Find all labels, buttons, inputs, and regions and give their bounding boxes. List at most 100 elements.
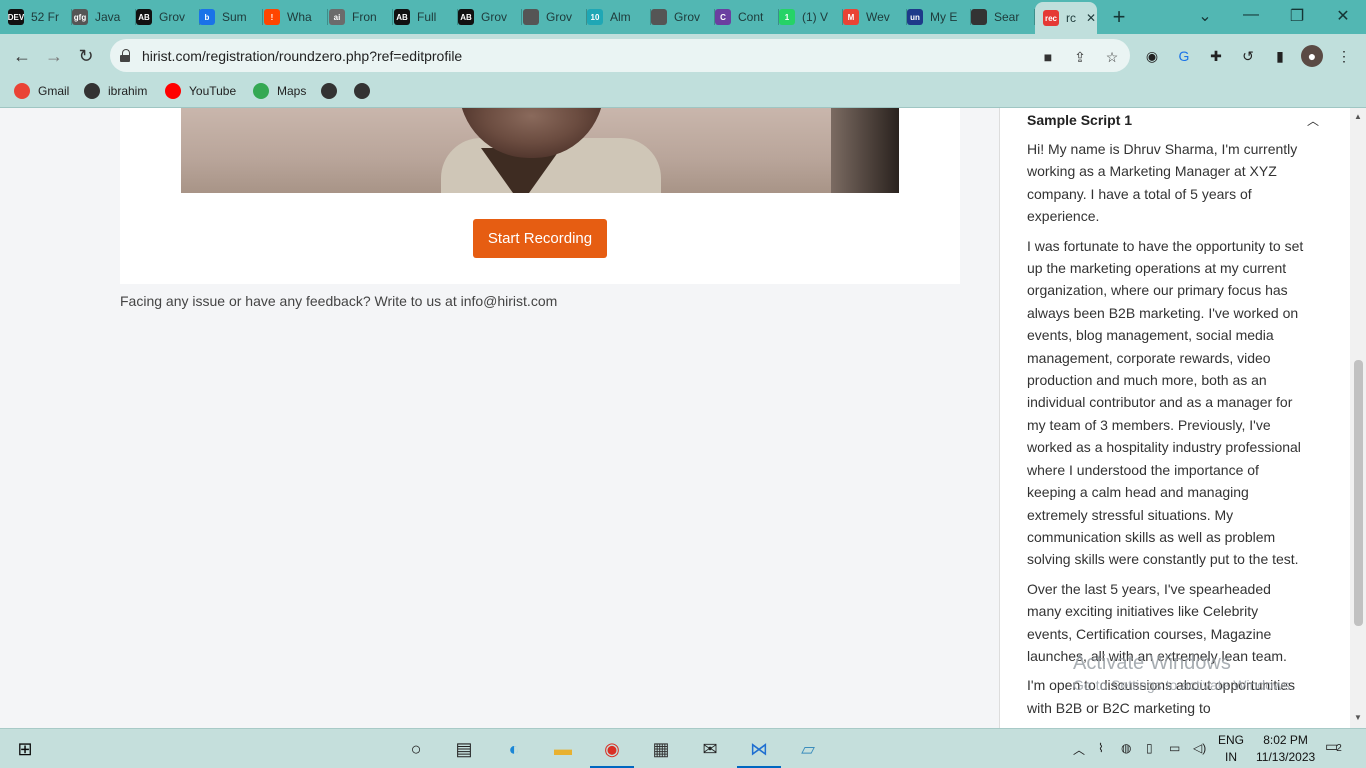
script-body: Hi! My name is Dhruv Sharma, I'm current… xyxy=(1027,138,1307,726)
sidepanel-icon[interactable]: ▮ xyxy=(1269,45,1291,67)
tab-11[interactable]: C Cont xyxy=(715,5,779,29)
tab-4[interactable]: ! Wha xyxy=(264,5,328,29)
tab-label: Grov xyxy=(481,10,508,24)
app-icon[interactable]: ▱ xyxy=(793,735,823,763)
clock-time: 8:02 PM xyxy=(1263,733,1308,747)
tab-favicon-icon: 10 xyxy=(587,9,603,25)
extension-icon[interactable]: ◉ xyxy=(1141,45,1163,67)
tab-favicon-icon: AB xyxy=(136,9,152,25)
tab-15[interactable]: Sear xyxy=(971,5,1035,29)
task-view-icon[interactable]: ▤ xyxy=(449,735,479,763)
start-recording-button[interactable]: Start Recording xyxy=(473,219,607,258)
scroll-down-icon[interactable]: ▼ xyxy=(1354,713,1362,722)
watermark-title: Activate Windows xyxy=(1073,652,1231,674)
youtube-icon xyxy=(165,83,181,99)
tab-0[interactable]: DEV 52 Fr xyxy=(8,5,72,29)
taskbar: ⊞ ○ ▤ ◐ ▬ ◉ ▦ ✉ ⋈ ▱ ︿ ⌇ ◍ ▯ ▭ ◁) ENG IN … xyxy=(0,728,1366,768)
tab-label: Java xyxy=(95,10,121,24)
tab-favicon-icon: gfg xyxy=(72,9,88,25)
panel-title[interactable]: Sample Script 1 xyxy=(1027,112,1132,128)
tab-label: 52 Fr xyxy=(31,10,60,24)
tab-8[interactable]: Grov xyxy=(523,5,587,29)
tab-2[interactable]: AB Grov xyxy=(136,5,200,29)
bookmark-item[interactable]: YouTube xyxy=(165,83,236,99)
tab-favicon-icon: AB xyxy=(458,9,474,25)
file-explorer-icon[interactable]: ▬ xyxy=(548,735,578,763)
page-scrollbar[interactable]: ▲ ▼ xyxy=(1350,108,1366,728)
tab-7[interactable]: AB Grov xyxy=(458,5,522,29)
tab-14[interactable]: un My E xyxy=(907,5,971,29)
minimize-icon[interactable]: — xyxy=(1237,6,1265,24)
tab-close-icon[interactable]: ✕ xyxy=(1086,11,1096,25)
forward-icon[interactable]: → xyxy=(40,42,68,70)
tab-label: Grov xyxy=(546,10,573,24)
bookmark-label: ibrahim xyxy=(108,84,148,98)
address-bar[interactable]: hirist.com/registration/roundzero.php?re… xyxy=(110,39,1130,72)
scroll-up-icon[interactable]: ▲ xyxy=(1354,112,1362,121)
tab-label: Sum xyxy=(222,10,247,24)
avatar[interactable]: ● xyxy=(1301,45,1323,67)
bookmark-label: Gmail xyxy=(38,84,70,98)
activation-watermark: Activate Windows Go to Settings to activ… xyxy=(1073,652,1294,693)
tab-favicon-icon: C xyxy=(715,9,731,25)
notification-count: 2 xyxy=(1336,743,1342,754)
edge-icon[interactable]: ◐ xyxy=(499,735,529,763)
bookmark-item[interactable]: Gmail xyxy=(14,83,69,99)
battery-icon[interactable]: ▭ xyxy=(1169,741,1180,755)
tab-favicon-icon xyxy=(651,9,667,25)
globe-icon[interactable]: ◍ xyxy=(1121,741,1131,755)
bookmark-star-icon[interactable]: ☆ xyxy=(1102,47,1122,67)
bookmark-item[interactable]: Maps xyxy=(253,83,306,99)
camera-icon[interactable]: ■ xyxy=(1038,47,1058,67)
chrome-icon[interactable]: ◉ xyxy=(590,735,634,768)
url-text[interactable]: hirist.com/registration/roundzero.php?re… xyxy=(142,48,462,64)
tab-13[interactable]: M Wev xyxy=(843,5,907,29)
chevron-up-icon[interactable]: ︿ xyxy=(1307,112,1319,129)
network-icon[interactable]: ⌇ xyxy=(1098,741,1104,755)
tab-3[interactable]: b Sum xyxy=(199,5,263,29)
translate-icon[interactable]: G xyxy=(1173,45,1195,67)
scroll-thumb[interactable] xyxy=(1354,360,1363,626)
mail-icon[interactable]: ✉ xyxy=(695,735,725,763)
tab-search-icon[interactable]: ⌄ xyxy=(1191,6,1219,26)
tab-16[interactable]: rec rc ✕ xyxy=(1035,2,1097,34)
vscode-icon[interactable]: ⋈ xyxy=(737,735,781,768)
tab-label: Wha xyxy=(287,10,312,24)
tab-label: Sear xyxy=(994,10,1020,24)
search-icon[interactable]: ○ xyxy=(401,735,431,763)
clock[interactable]: 8:02 PM 11/13/2023 xyxy=(1256,732,1315,766)
reload-icon[interactable]: ↻ xyxy=(72,42,100,70)
recording-card: Start Recording xyxy=(120,108,960,284)
tab-favicon-icon xyxy=(971,9,987,25)
close-window-icon[interactable]: ✕ xyxy=(1329,6,1357,26)
tab-9[interactable]: 10 Alm xyxy=(587,5,651,29)
back-icon[interactable]: ← xyxy=(8,42,36,70)
menu-icon[interactable]: ⋮ xyxy=(1333,45,1355,67)
chevron-up-icon[interactable]: ︿ xyxy=(1073,741,1085,758)
puzzle-icon[interactable]: ✚ xyxy=(1205,45,1227,67)
notification-icon[interactable]: ▭2 xyxy=(1325,738,1342,755)
tab-10[interactable]: Grov xyxy=(651,5,715,29)
bookmark-item[interactable] xyxy=(354,83,378,99)
sync-icon[interactable]: ↺ xyxy=(1237,45,1259,67)
tab-1[interactable]: gfg Java xyxy=(72,5,136,29)
language-indicator[interactable]: ENG IN xyxy=(1218,732,1244,766)
tab-favicon-icon: 1 xyxy=(779,9,795,25)
tab-6[interactable]: AB Full xyxy=(394,5,458,29)
start-icon[interactable]: ⊞ xyxy=(10,735,40,763)
microphone-icon[interactable]: ▯ xyxy=(1146,741,1153,755)
bookmarks-bar: Gmail ibrahim YouTube Maps xyxy=(0,77,1366,108)
tab-12[interactable]: 1 (1) V xyxy=(779,5,843,29)
tab-5[interactable]: ai Fron xyxy=(329,5,393,29)
store-icon[interactable]: ▦ xyxy=(646,735,676,763)
lock-icon xyxy=(120,48,132,63)
globe-icon xyxy=(354,83,370,99)
bookmark-item[interactable]: ibrahim xyxy=(84,83,147,99)
bookmark-item[interactable] xyxy=(321,83,345,99)
share-icon[interactable]: ⇪ xyxy=(1070,47,1090,67)
volume-icon[interactable]: ◁) xyxy=(1193,741,1206,755)
restore-icon[interactable]: ❐ xyxy=(1283,6,1311,26)
tab-favicon-icon: b xyxy=(199,9,215,25)
new-tab-button[interactable]: + xyxy=(1105,4,1133,30)
tab-label: Fron xyxy=(352,10,377,24)
